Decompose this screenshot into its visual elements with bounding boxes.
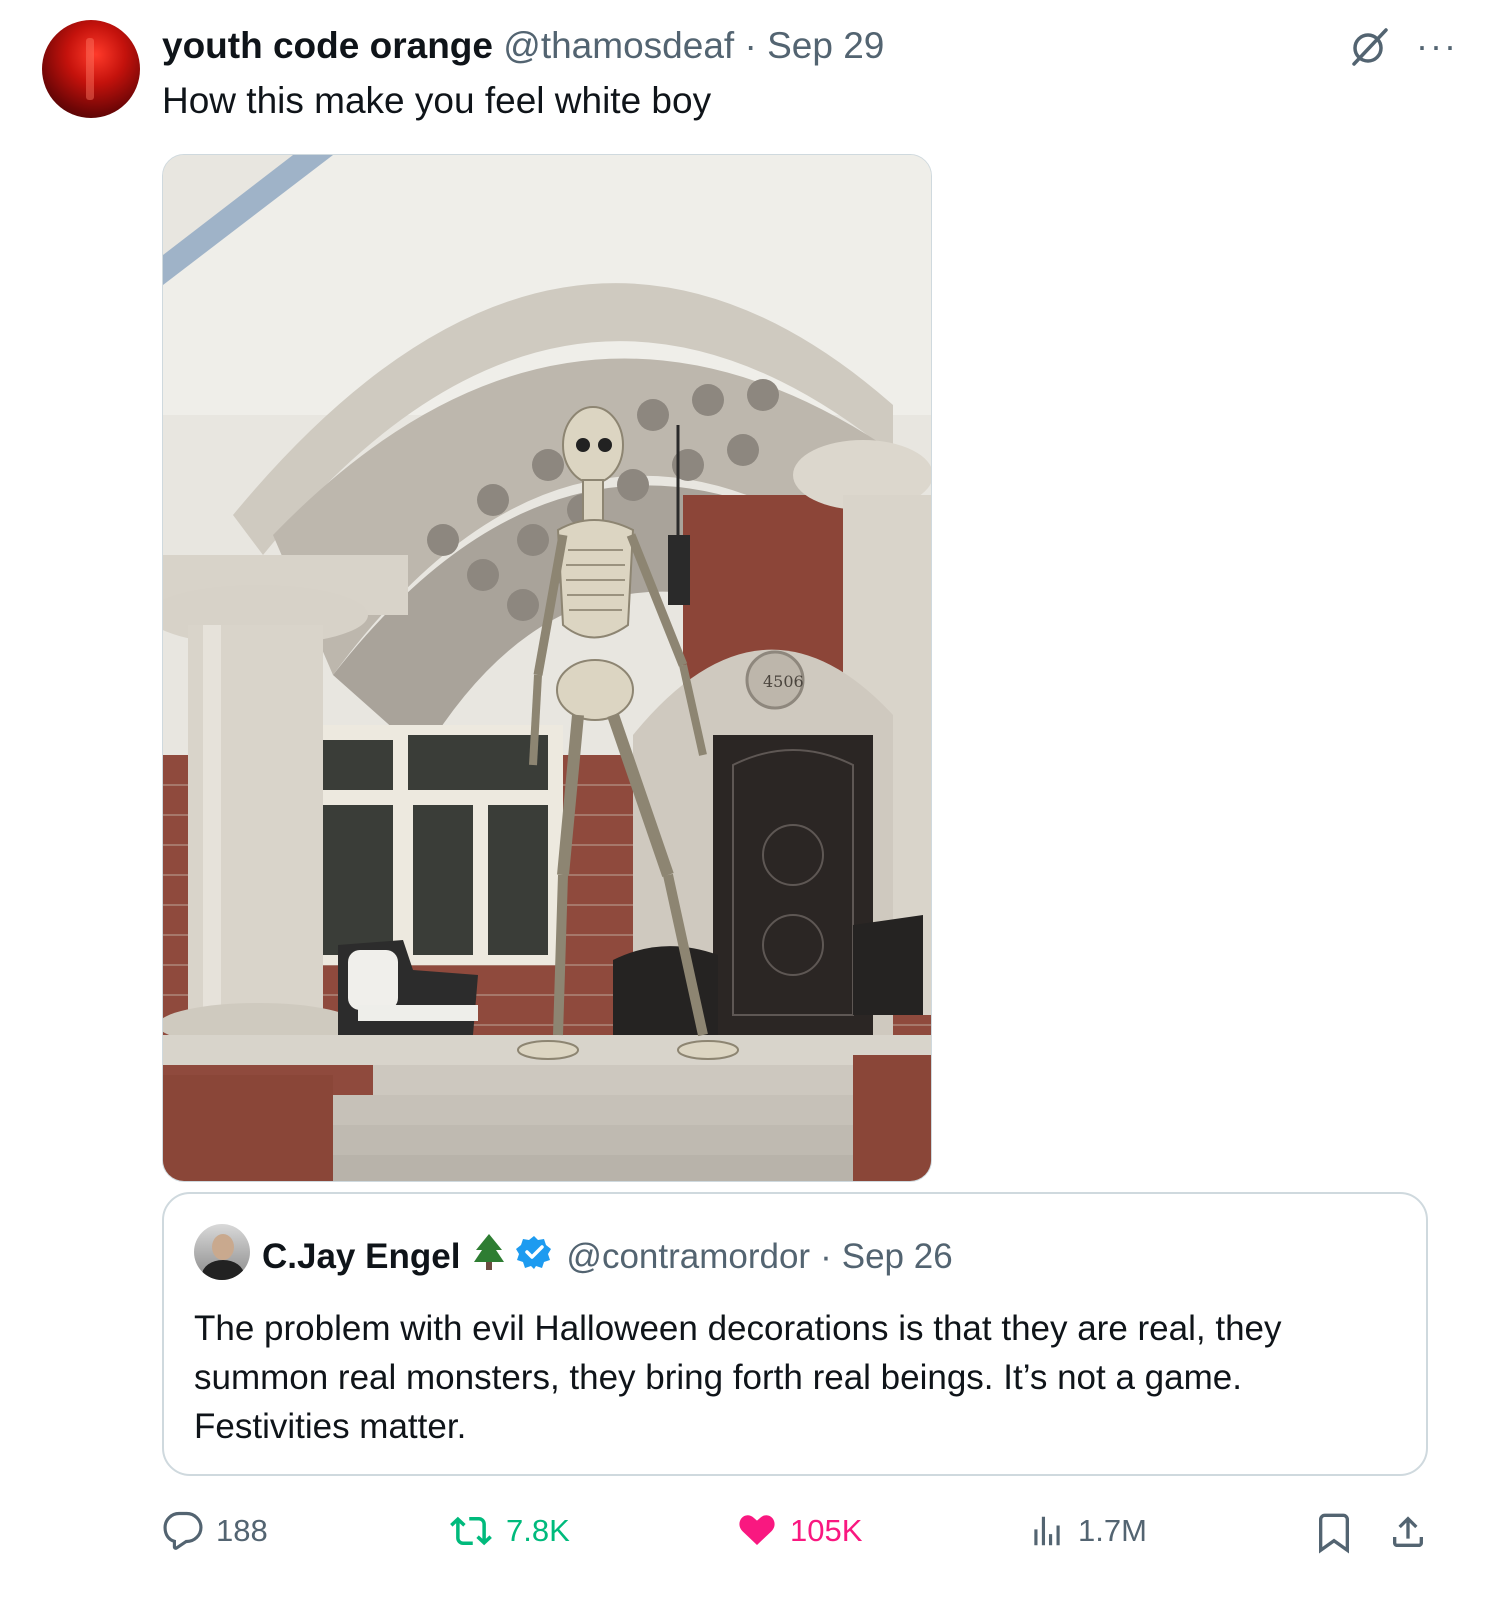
author-avatar[interactable] bbox=[42, 20, 140, 118]
heart-icon bbox=[739, 1515, 775, 1545]
more-options-icon[interactable]: ··· bbox=[1416, 28, 1458, 64]
quoted-author-name[interactable]: C.Jay Engel bbox=[262, 1237, 460, 1277]
bookmark-icon[interactable] bbox=[1314, 1510, 1354, 1554]
quoted-header: C.Jay Engel @contramordor · Sep 26 bbox=[262, 1232, 953, 1281]
house-number: 4506 bbox=[763, 672, 804, 691]
reply-button[interactable]: 188 bbox=[162, 1510, 268, 1552]
quoted-author-handle[interactable]: @contramordor bbox=[566, 1237, 810, 1277]
reply-count: 188 bbox=[216, 1513, 268, 1548]
views-icon bbox=[1034, 1516, 1060, 1546]
quoted-date[interactable]: Sep 26 bbox=[842, 1237, 953, 1277]
repost-button[interactable]: 7.8K bbox=[448, 1510, 570, 1552]
repost-icon bbox=[450, 1516, 492, 1546]
like-count: 105K bbox=[790, 1513, 863, 1548]
author-handle[interactable]: @thamosdeaf bbox=[503, 25, 734, 66]
like-button[interactable]: 105K bbox=[736, 1510, 862, 1552]
post-image[interactable]: 4506 bbox=[162, 154, 932, 1182]
post-header: youth code orange @thamosdeaf · Sep 29 bbox=[162, 26, 884, 66]
quoted-tweet[interactable]: C.Jay Engel @contramordor · Sep 26 The p… bbox=[162, 1192, 1428, 1476]
author-name[interactable]: youth code orange bbox=[162, 25, 493, 66]
reply-icon bbox=[163, 1511, 203, 1550]
views-button[interactable]: 1.7M bbox=[1028, 1510, 1147, 1552]
post-date[interactable]: Sep 29 bbox=[767, 25, 884, 66]
share-icon[interactable] bbox=[1388, 1510, 1428, 1554]
quoted-text: The problem with evil Halloween decorati… bbox=[194, 1309, 1282, 1446]
views-count: 1.7M bbox=[1078, 1513, 1147, 1548]
grok-icon[interactable] bbox=[1348, 24, 1392, 68]
quoted-header-separator: · bbox=[820, 1236, 832, 1276]
top-right-icons: ··· bbox=[1348, 24, 1458, 68]
verified-badge-icon bbox=[516, 1234, 552, 1279]
repost-count: 7.8K bbox=[506, 1513, 570, 1548]
action-bar: 188 7.8K 105K 1.7M bbox=[0, 1510, 1502, 1558]
header-separator: · bbox=[744, 25, 757, 66]
tree-emoji bbox=[472, 1232, 506, 1281]
post-text: How this make you feel white boy bbox=[162, 80, 712, 121]
quoted-author-avatar[interactable] bbox=[194, 1224, 250, 1280]
tweet[interactable]: youth code orange @thamosdeaf · Sep 29 ·… bbox=[0, 0, 1502, 1600]
